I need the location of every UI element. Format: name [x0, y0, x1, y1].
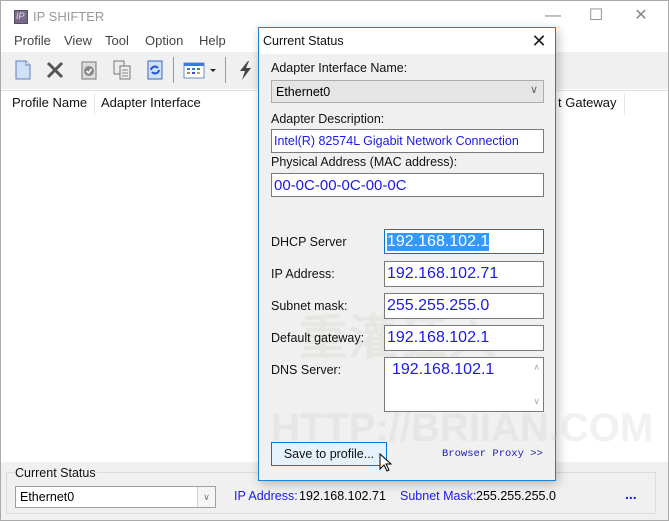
scroll-down-icon[interactable]: ∨ [533, 396, 540, 407]
dns-server-field[interactable]: 192.168.102.1 ∧ ∨ [384, 357, 544, 412]
column-adapter-interface[interactable]: Adapter Interface [101, 95, 201, 110]
apply-icon[interactable] [77, 58, 101, 82]
menu-profile[interactable]: Profile [14, 33, 51, 48]
toolbar-separator [225, 57, 226, 83]
dhcp-server-field[interactable]: 192.168.102.1 [384, 229, 544, 254]
dropdown-arrow-icon[interactable] [207, 58, 219, 82]
subnet-mask-field[interactable]: 255.255.255.0 [384, 293, 544, 319]
adapter-name-value: Ethernet0 [276, 85, 331, 99]
dialog-title: Current Status [263, 34, 344, 48]
ip-address-label: IP Address: [271, 267, 335, 281]
current-status-label: Current Status [14, 466, 97, 480]
adapter-description-label: Adapter Description: [271, 112, 385, 126]
current-status-dialog: Current Status ✕ 重灌狂人 HTTP://BRIIAN.COM … [258, 27, 653, 481]
scroll-up-icon[interactable]: ∧ [533, 362, 540, 373]
minimize-button[interactable]: — [531, 5, 575, 27]
adapter-select-value: Ethernet0 [20, 490, 75, 504]
adapter-description-field[interactable]: Intel(R) 82574L Gigabit Network Connecti… [271, 129, 544, 153]
window-title: IP SHIFTER [33, 9, 105, 24]
menu-help[interactable]: Help [199, 33, 226, 48]
default-gateway-label: Default gateway: [271, 331, 365, 345]
close-button[interactable]: ✕ [619, 5, 663, 27]
column-profile-name[interactable]: Profile Name [12, 95, 87, 110]
ip-address-value: 192.168.102.71 [299, 489, 386, 503]
mac-address-label: Physical Address (MAC address): [271, 155, 458, 169]
refresh-icon[interactable] [143, 58, 167, 82]
maximize-button[interactable]: ☐ [574, 5, 618, 27]
mouse-cursor-icon [379, 453, 393, 472]
copy-icon[interactable] [110, 58, 134, 82]
dialog-title-bar: Current Status ✕ [259, 28, 555, 54]
toolbar-separator [173, 57, 174, 83]
menu-option[interactable]: Option [145, 33, 183, 48]
adapter-select[interactable]: Ethernet0 ∨ [15, 486, 216, 508]
view-grid-icon[interactable] [182, 58, 206, 82]
mac-address-field[interactable]: 00-0C-00-0C-00-0C [271, 173, 544, 197]
dialog-close-icon[interactable]: ✕ [529, 31, 549, 51]
app-icon: IP [14, 10, 28, 24]
adapter-name-label: Adapter Interface Name: [271, 61, 408, 75]
more-button[interactable]: ... [625, 486, 637, 502]
ip-address-field[interactable]: 192.168.102.71 [384, 261, 544, 287]
save-to-profile-button[interactable]: Save to profile... [271, 442, 387, 466]
subnet-mask-label: Subnet mask: [271, 299, 348, 313]
menu-tool[interactable]: Tool [105, 33, 129, 48]
new-profile-icon[interactable] [11, 58, 35, 82]
subnet-mask-label: Subnet Mask: [400, 489, 477, 503]
dns-server-label: DNS Server: [271, 363, 342, 377]
column-separator[interactable] [624, 93, 625, 115]
quick-switch-icon[interactable] [233, 58, 257, 82]
browser-proxy-link[interactable]: Browser Proxy >> [442, 448, 543, 460]
dhcp-server-label: DHCP Server [271, 235, 347, 249]
column-default-gateway[interactable]: t Gateway [558, 95, 617, 110]
menu-view[interactable]: View [64, 33, 92, 48]
subnet-mask-value: 255.255.255.0 [476, 489, 556, 503]
default-gateway-field[interactable]: 192.168.102.1 [384, 325, 544, 351]
chevron-down-icon[interactable]: ∨ [197, 487, 215, 507]
ip-address-label: IP Address: [234, 489, 298, 503]
column-separator[interactable] [94, 93, 95, 115]
adapter-name-select[interactable]: Ethernet0 ∨ [271, 80, 544, 103]
delete-icon[interactable] [43, 58, 67, 82]
chevron-down-icon: ∨ [529, 84, 538, 96]
